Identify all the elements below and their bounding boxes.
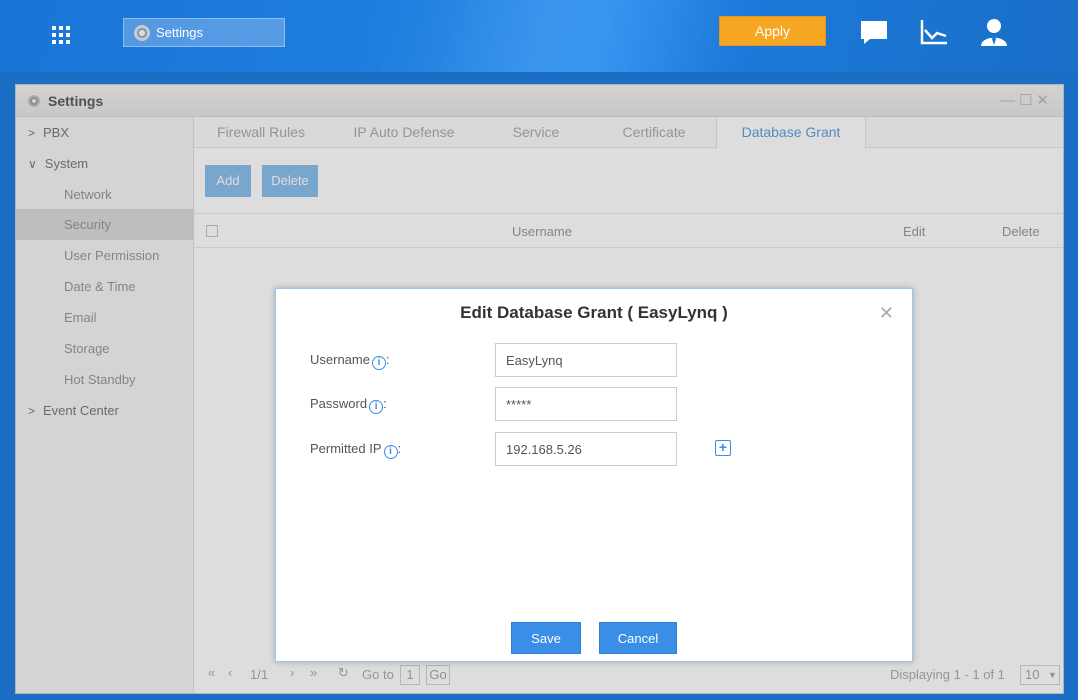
taskbar-settings-label: Settings [156, 25, 203, 40]
gear-icon [134, 25, 150, 41]
taskbar-settings-button[interactable]: Settings [123, 18, 285, 47]
permitted-ip-label: Permitted IP i: [310, 441, 402, 459]
cancel-button[interactable]: Cancel [599, 622, 677, 654]
password-label: Password i: [310, 396, 387, 414]
username-row: Username i: [276, 343, 912, 377]
password-field[interactable] [495, 387, 677, 421]
info-icon[interactable]: i [383, 445, 398, 459]
dialog-title: Edit Database Grant ( EasyLynq ) [460, 303, 728, 322]
username-label: Username i: [310, 352, 390, 370]
password-row: Password i: [276, 387, 912, 421]
edit-database-grant-dialog: Edit Database Grant ( EasyLynq ) ✕ Usern… [275, 288, 913, 662]
username-field[interactable] [495, 343, 677, 377]
grid-icon[interactable] [52, 26, 70, 44]
message-icon[interactable] [858, 16, 890, 48]
apply-button[interactable]: Apply [719, 16, 826, 46]
permitted-ip-row: Permitted IPi: + [276, 432, 912, 466]
permitted-ip-field[interactable] [495, 432, 677, 466]
top-bar: Settings Apply [0, 0, 1078, 72]
info-icon[interactable]: i [371, 356, 386, 370]
save-button[interactable]: Save [511, 622, 581, 654]
info-icon[interactable]: i [369, 400, 384, 414]
add-ip-plus-icon[interactable]: + [715, 440, 731, 456]
user-icon[interactable] [978, 16, 1010, 48]
close-icon[interactable]: ✕ [879, 303, 894, 324]
chart-icon[interactable] [918, 16, 950, 48]
